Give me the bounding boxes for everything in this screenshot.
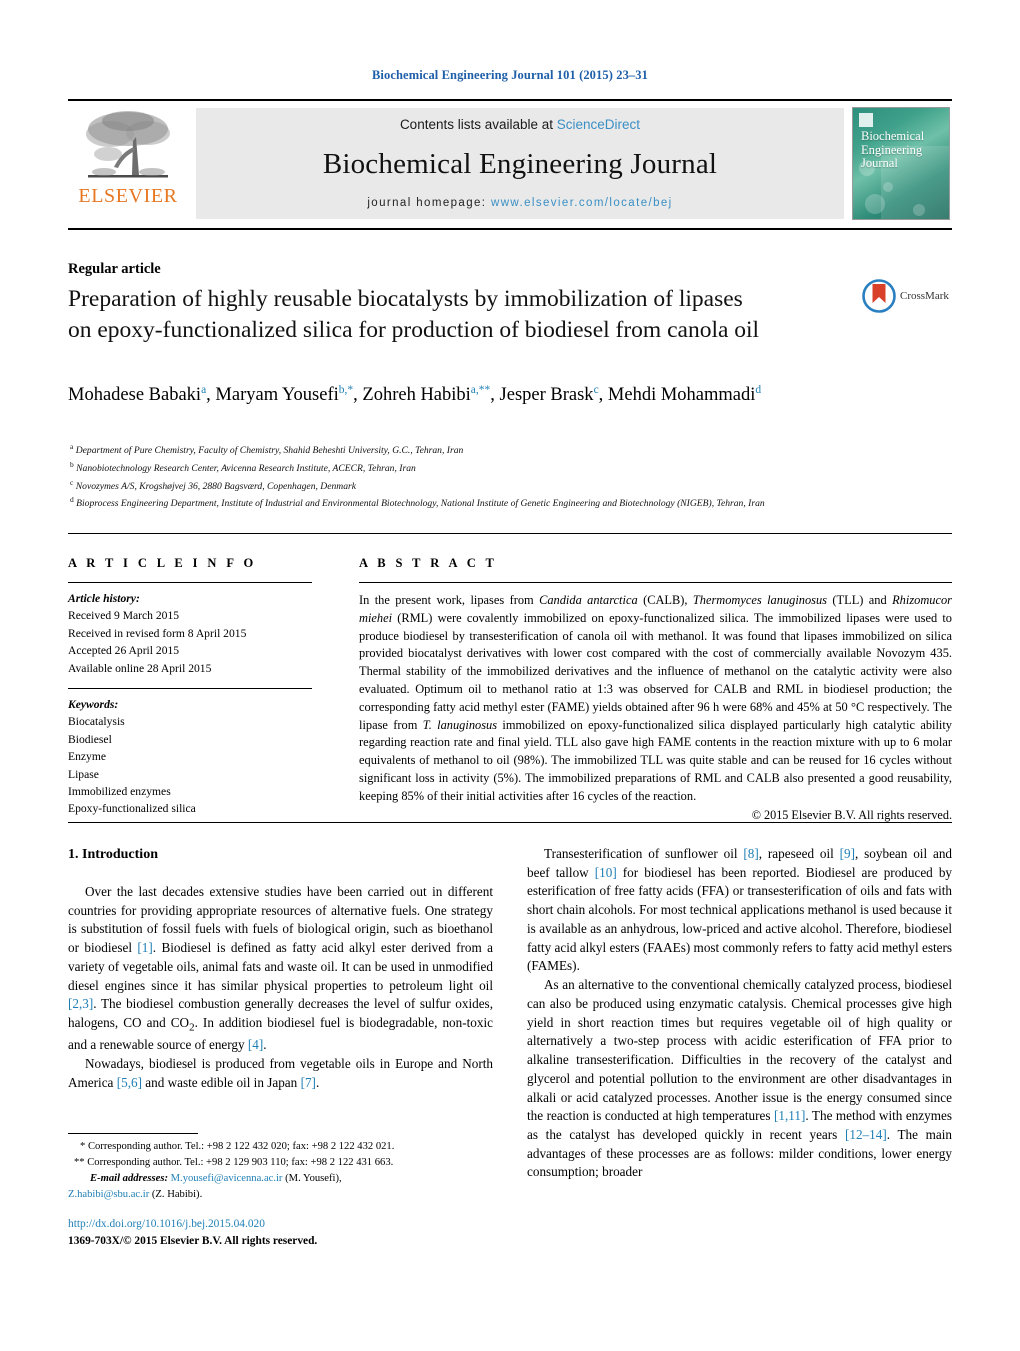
email-owner-habibi: (Z. Habibi). [151, 1188, 203, 1200]
homepage-prefix: journal homepage: [367, 197, 492, 209]
body-column-right: Transesterification of sunflower oil [8]… [527, 845, 952, 1182]
cover-title-text: Biochemical Engineering Journal [861, 129, 925, 171]
keyword-item: Lipase [68, 767, 99, 781]
article-history-item: Available online 28 April 2015 [68, 661, 212, 675]
abstract-block: A B S T R A C T In the present work, lip… [359, 556, 952, 823]
paper-page: Biochemical Engineering Journal 101 (201… [0, 0, 1020, 1351]
affiliation-text: Department of Pure Chemistry, Faculty of… [75, 445, 464, 457]
body-paragraph: As an alternative to the conventional ch… [527, 977, 952, 1180]
crossmark-label: CrossMark [900, 290, 949, 302]
cover-bubble [865, 194, 885, 214]
section-divider-bottom [68, 822, 952, 823]
affiliation-text: Novozymes A/S, Krogshøjvej 36, 2880 Bags… [75, 480, 356, 492]
affiliation-marker: a [70, 442, 74, 451]
keyword-item: Biodiesel [68, 732, 112, 746]
cover-bubble [913, 204, 925, 216]
affiliation-item: b Nanobiotechnology Research Center, Avi… [70, 459, 910, 477]
abstract-text: In the present work, lipases from Candid… [359, 593, 952, 803]
article-type-label: Regular article [68, 261, 161, 277]
affiliation-item: c Novozymes A/S, Krogshøjvej 36, 2880 Ba… [70, 477, 910, 495]
email-owner-yousefi: (M. Yousefi), [285, 1172, 342, 1184]
affiliation-item: d Bioprocess Engineering Department, Ins… [70, 494, 910, 512]
corresponding-author-note: * Corresponding author. Tel.: +98 2 122 … [80, 1141, 395, 1152]
email-link-habibi[interactable]: Z.habibi@sbu.ac.ir [68, 1189, 149, 1200]
doi-link[interactable]: http://dx.doi.org/10.1016/j.bej.2015.04.… [68, 1216, 498, 1233]
cover-bubble [883, 182, 893, 192]
crossmark-badge[interactable]: CrossMark [862, 279, 962, 313]
article-history-item: Received in revised form 8 April 2015 [68, 626, 247, 640]
abstract-heading: A B S T R A C T [359, 556, 498, 570]
footnote-divider [68, 1133, 198, 1134]
article-info-divider [68, 582, 312, 583]
contents-available-line: Contents lists available at ScienceDirec… [400, 117, 640, 132]
body-paragraph: Nowadays, biodiesel is produced from veg… [68, 1056, 493, 1090]
author-list: Mohadese Babakia, Maryam Yousefib,*, Zoh… [68, 384, 762, 406]
affiliation-text: Nanobiotechnology Research Center, Avice… [76, 462, 416, 474]
body-column-left: 1. Introduction Over the last decades ex… [68, 845, 493, 1092]
article-history-label: Article history: [68, 592, 140, 605]
issn-copyright-line: 1369-703X/© 2015 Elsevier B.V. All right… [68, 1234, 318, 1247]
keywords-label: Keywords: [68, 697, 119, 711]
email-addresses-note: E-mail addresses: M.yousefi@avicenna.ac.… [68, 1171, 498, 1187]
email-addresses-label: E-mail addresses: [90, 1172, 168, 1184]
article-info-block: A R T I C L E I N F O Article history: R… [68, 556, 312, 818]
abstract-divider [359, 582, 952, 583]
affiliation-list: a Department of Pure Chemistry, Faculty … [70, 441, 910, 512]
article-history: Article history: Received 9 March 2015 R… [68, 590, 312, 677]
cover-title-line-1: Biochemical [861, 129, 925, 143]
keywords-divider [68, 687, 312, 689]
crossmark-icon [862, 279, 896, 313]
footnote-block: * Corresponding author. Tel.: +98 2 122 … [68, 1139, 498, 1203]
abstract-copyright: © 2015 Elsevier B.V. All rights reserved… [751, 807, 952, 822]
journal-homepage-line: journal homepage: www.elsevier.com/locat… [367, 197, 672, 209]
running-head: Biochemical Engineering Journal 101 (201… [372, 68, 648, 82]
journal-masthead: ELSEVIER Contents lists available at Sci… [68, 99, 952, 230]
affiliation-text: Bioprocess Engineering Department, Insti… [76, 498, 765, 510]
article-info-heading: A R T I C L E I N F O [68, 556, 257, 570]
affiliation-marker: c [70, 477, 74, 487]
section-divider-top [68, 533, 952, 534]
journal-cover-thumbnail[interactable]: Biochemical Engineering Journal [852, 107, 950, 220]
cover-title-line-2: Engineering [861, 142, 923, 157]
body-paragraph: Transesterification of sunflower oil [8]… [527, 846, 953, 974]
keywords-block: Keywords: Biocatalysis Biodiesel Enzyme … [68, 696, 312, 818]
corresponding-author-note: ** Corresponding author. Tel.: +98 2 129… [74, 1156, 394, 1168]
article-history-item: Accepted 26 April 2015 [68, 644, 180, 658]
page-title: Preparation of highly reusable biocataly… [68, 286, 760, 343]
email-link-yousefi[interactable]: M.yousefi@avicenna.ac.ir [171, 1173, 283, 1184]
contents-prefix: Contents lists available at [399, 117, 557, 132]
elsevier-tree-icon [86, 111, 170, 178]
keyword-item: Biocatalysis [68, 715, 125, 729]
body-paragraph: Over the last decades extensive studies … [68, 883, 493, 1053]
cover-title-line-3: Journal [861, 156, 898, 170]
keyword-item: Immobilized enzymes [68, 784, 171, 798]
journal-title: Biochemical Engineering Journal [322, 148, 718, 180]
journal-homepage-link[interactable]: www.elsevier.com/locate/bej [491, 197, 673, 209]
masthead-center-panel: Contents lists available at ScienceDirec… [196, 108, 844, 219]
elsevier-logo: ELSEVIER [68, 101, 188, 228]
sciencedirect-link[interactable]: ScienceDirect [557, 117, 640, 132]
article-history-item: Received 9 March 2015 [68, 609, 180, 623]
elsevier-wordmark: ELSEVIER [78, 185, 178, 207]
keyword-item: Enzyme [68, 750, 106, 764]
email-addresses-note-2: Z.habibi@sbu.ac.ir (Z. Habibi). [68, 1187, 498, 1203]
affiliation-item: a Department of Pure Chemistry, Faculty … [70, 441, 910, 459]
footer-identifiers: http://dx.doi.org/10.1016/j.bej.2015.04.… [68, 1216, 498, 1249]
keyword-item: Epoxy-functionalized silica [68, 802, 196, 816]
affiliation-marker: d [70, 495, 74, 505]
elsevier-badge-icon [859, 113, 873, 127]
affiliation-marker: b [70, 459, 74, 469]
section-heading-introduction: 1. Introduction [68, 847, 158, 862]
